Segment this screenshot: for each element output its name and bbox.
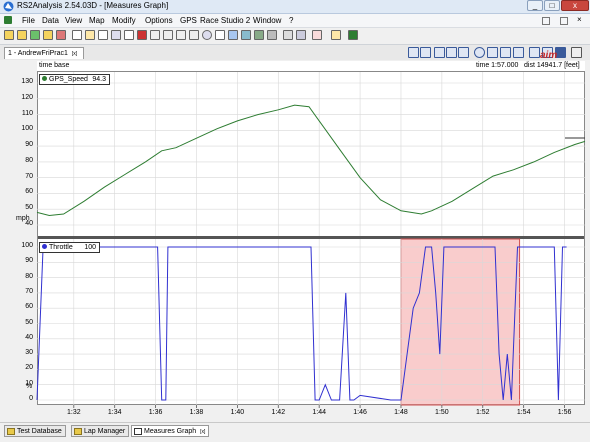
throttle-y-tick-label: 60 bbox=[25, 303, 33, 311]
x-tick-label: 1:50 bbox=[435, 409, 449, 416]
throttle-y-tick-label: 40 bbox=[25, 333, 33, 341]
speed-y-tick-label: 120 bbox=[21, 93, 33, 101]
throttle-y-tick-label: 20 bbox=[25, 364, 33, 372]
throttle-y-tick-label: 100 bbox=[21, 242, 33, 249]
x-tick-label: 1:56 bbox=[557, 409, 572, 416]
throttle-legend[interactable]: Throttle 100 bbox=[39, 242, 100, 253]
speed-legend[interactable]: GPS_Speed 94.3 bbox=[39, 74, 110, 85]
lap-manager-icon bbox=[74, 428, 82, 435]
x-tick-label: 1:46 bbox=[353, 409, 367, 416]
x-tick-label: 1:38 bbox=[189, 409, 204, 416]
speed-y-tick-label: 50 bbox=[25, 204, 33, 212]
speed-unit-label: mph bbox=[16, 215, 30, 222]
speed-legend-value: 94.3 bbox=[92, 76, 106, 83]
bottom-tab-bar: Test Database Lap Manager Measures Graph… bbox=[0, 422, 590, 442]
tab-measures-graph-close[interactable]: [x] bbox=[200, 429, 205, 435]
speed-legend-name: GPS_Speed bbox=[49, 76, 88, 83]
measures-graph bbox=[36, 72, 586, 408]
x-tick-label: 1:54 bbox=[516, 409, 531, 416]
tab-test-database-label: Test Database bbox=[17, 428, 62, 435]
throttle-y-tick-label: 80 bbox=[25, 272, 33, 280]
tab-lap-manager[interactable]: Lap Manager bbox=[71, 425, 129, 437]
measures-graph-tab-icon bbox=[134, 428, 142, 435]
speed-y-tick-label: 110 bbox=[21, 109, 33, 117]
tab-lap-manager-label: Lap Manager bbox=[84, 428, 126, 435]
x-tick-label: 1:52 bbox=[475, 409, 490, 416]
x-tick-label: 1:40 bbox=[230, 409, 245, 416]
throttle-y-tick-label: 70 bbox=[25, 287, 33, 295]
speed-series-marker-icon bbox=[42, 76, 47, 81]
x-tick-label: 1:48 bbox=[394, 409, 408, 416]
speed-y-tick-label: 60 bbox=[25, 188, 33, 196]
speed-y-tick-label: 90 bbox=[25, 141, 33, 149]
throttle-legend-value: 100 bbox=[84, 244, 96, 251]
throttle-y-tick-label: 30 bbox=[25, 349, 33, 357]
database-icon bbox=[7, 428, 15, 435]
throttle-legend-name: Throttle bbox=[49, 244, 73, 251]
speed-y-tick-label: 130 bbox=[21, 78, 33, 85]
x-tick-label: 1:44 bbox=[312, 409, 326, 416]
speed-series-line bbox=[36, 104, 586, 217]
tab-measures-graph[interactable]: Measures Graph [x] bbox=[131, 425, 209, 437]
speed-y-tick-label: 70 bbox=[25, 172, 33, 180]
x-tick-label: 1:36 bbox=[148, 409, 163, 416]
x-tick-label: 1:42 bbox=[271, 409, 286, 416]
x-tick-label: 1:32 bbox=[66, 409, 81, 416]
throttle-unit-label: % bbox=[26, 383, 33, 390]
speed-y-tick-label: 100 bbox=[21, 125, 33, 133]
speed-y-tick-label: 80 bbox=[25, 156, 33, 164]
throttle-y-tick-label: 90 bbox=[25, 257, 33, 265]
throttle-y-tick-label: 0 bbox=[29, 395, 33, 402]
throttle-y-tick-label: 50 bbox=[25, 318, 33, 326]
throttle-series-marker-icon bbox=[42, 244, 47, 249]
x-tick-label: 1:34 bbox=[107, 409, 122, 416]
tab-measures-graph-label: Measures Graph bbox=[144, 428, 197, 435]
tab-test-database[interactable]: Test Database bbox=[4, 425, 66, 437]
